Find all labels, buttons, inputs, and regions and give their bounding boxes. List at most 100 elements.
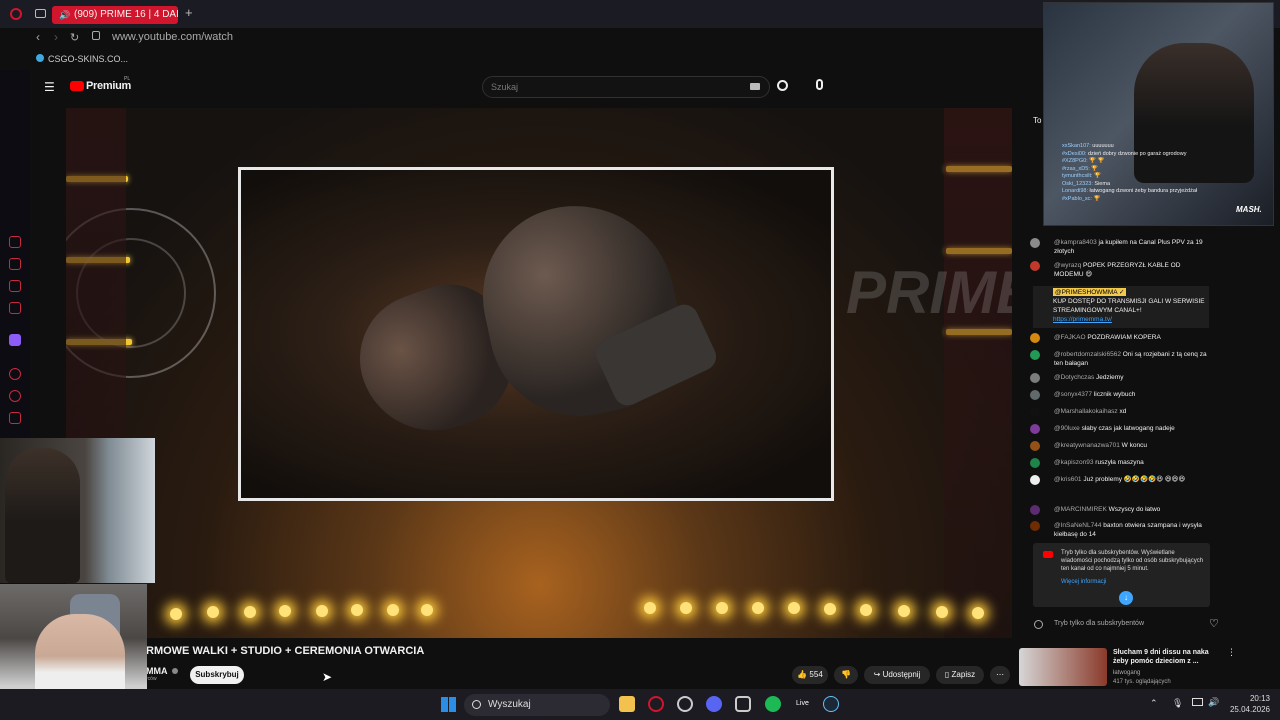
chat-author[interactable]: @robertdomzalski6562 xyxy=(1054,351,1123,358)
sidebar-clock-icon[interactable] xyxy=(9,390,21,402)
search-input[interactable]: Szukaj xyxy=(482,76,770,98)
taskbar-search-label: Wyszukaj xyxy=(488,699,531,710)
chat-author[interactable]: @kapiszon93 xyxy=(1054,459,1095,466)
tray-volume-icon[interactable]: 🔊 xyxy=(1208,697,1219,708)
pinned-link[interactable]: https://primemma.tv/ xyxy=(1053,316,1112,323)
stage-light xyxy=(898,605,910,617)
more-options-icon[interactable]: ⋮ xyxy=(1227,647,1236,658)
stage-light xyxy=(680,602,692,614)
live-app-icon[interactable]: Live xyxy=(796,700,809,707)
sidebar-app-icon-3[interactable] xyxy=(9,280,21,292)
bookmarks-bar: CSGO-SKINS.CO... xyxy=(0,48,1045,70)
file-explorer-icon[interactable] xyxy=(619,696,635,712)
game-launcher-icon[interactable] xyxy=(735,696,751,712)
subscribe-button[interactable]: Subskrybuj xyxy=(190,666,244,684)
chat-avatar[interactable] xyxy=(1030,458,1040,468)
windows-start-icon[interactable] xyxy=(441,697,456,712)
channel-name-text[interactable]: MMA xyxy=(146,666,167,676)
chat-author[interactable]: @Marshallakokaihasz xyxy=(1054,408,1120,415)
sidebar-app-icon-1[interactable] xyxy=(9,236,21,248)
chat-avatar[interactable] xyxy=(1030,424,1040,434)
save-button[interactable]: ▯ Zapisz xyxy=(936,666,984,684)
hamburger-menu-icon[interactable]: ☰ xyxy=(44,80,55,94)
stage-light xyxy=(788,602,800,614)
taskbar-clock[interactable]: 20:13 25.04.2026 xyxy=(1226,693,1270,715)
chat-avatar[interactable] xyxy=(1030,373,1040,383)
chat-avatar[interactable] xyxy=(1030,441,1040,451)
chat-author[interactable]: @kampra8403 xyxy=(1054,239,1099,246)
chat-author[interactable]: @InSaNeNL744 xyxy=(1054,522,1103,529)
opera-browser-icon[interactable] xyxy=(648,696,664,712)
share-label: Udostępnij xyxy=(882,670,921,679)
tray-mic-icon[interactable]: 🎙 xyxy=(1172,698,1183,709)
chat-avatar[interactable] xyxy=(1030,333,1040,343)
chat-author[interactable]: @90luxe xyxy=(1054,425,1082,432)
tab-manager-icon[interactable] xyxy=(35,9,46,18)
discord-icon[interactable] xyxy=(706,696,722,712)
chat-author[interactable]: @sonyx4377 xyxy=(1054,391,1094,398)
opera-logo-icon[interactable] xyxy=(10,8,22,20)
spotify-icon[interactable] xyxy=(765,696,781,712)
taskbar-search[interactable]: Wyszukaj xyxy=(464,694,610,716)
sidebar-app-icon-5[interactable] xyxy=(9,368,21,380)
tray-display-icon[interactable] xyxy=(1192,698,1203,706)
scroll-down-icon[interactable]: ↓ xyxy=(1119,591,1133,605)
url-text[interactable]: www.youtube.com/watch xyxy=(112,31,233,43)
chat-author[interactable]: @MARCINMIREK xyxy=(1054,506,1109,513)
stage-light xyxy=(351,604,363,616)
sidebar-app-icon-2[interactable] xyxy=(9,258,21,270)
chat-author[interactable]: @FAJKAO xyxy=(1054,334,1087,341)
stage-panel xyxy=(944,108,1012,638)
search-icon[interactable] xyxy=(777,80,788,91)
pinned-author[interactable]: @PRIMESHOWMMA ✓ xyxy=(1053,288,1127,296)
browser-tab-active[interactable]: 🔊 (909) PRIME 16 | 4 DAI xyxy=(52,6,178,24)
channel-name[interactable]: MMA rców xyxy=(146,666,178,682)
chat-input[interactable]: Tryb tylko dla subskrybentów xyxy=(1020,614,1234,634)
stream-chat-line: #xPablo_sc: 🏆 xyxy=(1062,196,1272,204)
chat-avatar[interactable] xyxy=(1030,261,1040,271)
back-icon[interactable]: ‹ xyxy=(36,30,40,44)
chat-avatar[interactable] xyxy=(1030,475,1040,485)
chat-author[interactable]: @kris601 xyxy=(1054,476,1083,483)
tray-chevron-icon[interactable]: ⌃ xyxy=(1150,698,1158,709)
app-icon[interactable] xyxy=(677,696,693,712)
like-button[interactable]: 👍 554 xyxy=(792,666,828,684)
chat-author[interactable]: @Dotychczas xyxy=(1054,374,1096,381)
chat-message-text: @MARCINMIREK Wszyscy do łatwo xyxy=(1054,505,1210,514)
stream-chat-name: #xDesi00: xyxy=(1062,150,1088,157)
bookmark-item[interactable]: CSGO-SKINS.CO... xyxy=(48,54,128,64)
suggested-thumbnail[interactable] xyxy=(1019,648,1107,686)
chat-message: @kris601 Już problemy 🤣🤣🤣🤣😆 😆😆😆 xyxy=(1030,475,1210,485)
more-info-link[interactable]: Więcej informacji xyxy=(1061,578,1204,586)
stream-chat-text: 🏆 xyxy=(1093,195,1101,202)
microphone-icon[interactable] xyxy=(816,79,823,90)
stream-chat-line: #rzas_xD5: 🏆 xyxy=(1062,166,1272,174)
steam-icon[interactable] xyxy=(823,696,839,712)
more-actions-button[interactable]: ⋯ xyxy=(990,666,1010,684)
share-button[interactable]: ↪ Udostępnij xyxy=(864,666,930,684)
new-tab-button[interactable]: + xyxy=(185,5,193,20)
info-icon[interactable] xyxy=(1034,620,1043,629)
stream-chat-line: xxSkan107: uuuuuuu xyxy=(1062,143,1272,151)
reload-icon[interactable]: ↻ xyxy=(70,31,79,44)
chat-avatar[interactable] xyxy=(1030,407,1040,417)
chat-avatar[interactable] xyxy=(1030,390,1040,400)
forward-icon[interactable]: › xyxy=(54,30,58,44)
sidebar-app-icon-4[interactable] xyxy=(9,302,21,314)
chat-author[interactable]: @wyrazq xyxy=(1054,262,1083,269)
sidebar-app-icon-6[interactable] xyxy=(9,412,21,424)
chat-avatar[interactable] xyxy=(1030,505,1040,515)
twitch-icon[interactable] xyxy=(9,334,21,346)
chat-author[interactable]: @kreatywnanazwa701 xyxy=(1054,442,1122,449)
suggested-title[interactable]: Słucham 9 dni dissu na naka żeby pomóc d… xyxy=(1113,648,1225,666)
dislike-button[interactable]: 👎 xyxy=(834,666,858,684)
chat-avatar[interactable] xyxy=(1030,238,1040,248)
keyboard-icon[interactable] xyxy=(750,83,760,90)
speaker-icon[interactable]: 🔊 xyxy=(59,6,70,24)
youtube-logo-icon[interactable] xyxy=(70,81,84,91)
chat-avatar[interactable] xyxy=(1030,350,1040,360)
heart-icon[interactable]: ♡ xyxy=(1209,617,1219,630)
suggested-video[interactable]: Słucham 9 dni dissu na naka żeby pomóc d… xyxy=(1019,646,1243,686)
chat-avatar[interactable] xyxy=(1030,521,1040,531)
chat-header[interactable]: To xyxy=(1033,116,1041,125)
